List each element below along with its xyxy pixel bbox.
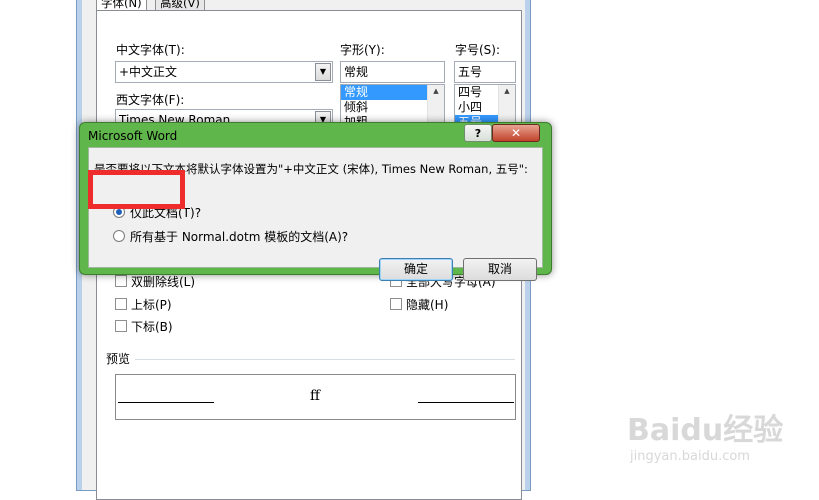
preview-divider — [135, 359, 515, 360]
message-box-title: Microsoft Word — [88, 129, 178, 143]
chevron-down-icon[interactable]: ▼ — [315, 63, 331, 81]
subscript-label[interactable]: 下标(B) — [131, 318, 173, 335]
font-size-label: 字号(S): — [455, 43, 501, 57]
scroll-up-icon[interactable]: ▲ — [499, 85, 515, 97]
chinese-font-combo[interactable]: +中文正文 ▼ — [115, 61, 333, 83]
western-font-label: 西文字体(F): — [116, 93, 185, 107]
font-size-value: 五号 — [458, 65, 483, 79]
preview-baseline-left — [118, 402, 214, 403]
font-style-input[interactable]: 常规 — [340, 61, 445, 83]
double-strikethrough-label[interactable]: 双删除线(L) — [131, 273, 195, 290]
superscript-label[interactable]: 上标(P) — [131, 296, 172, 313]
highlight-annotation — [88, 170, 185, 209]
list-item[interactable]: 常规 — [341, 85, 427, 100]
baidu-paw-logo: Baidu经验 jingyan.baidu.com — [627, 413, 783, 464]
watermark-url: jingyan.baidu.com — [629, 449, 750, 464]
preview-box: ff — [115, 374, 516, 420]
font-style-value: 常规 — [344, 65, 369, 79]
hidden-label[interactable]: 隐藏(H) — [406, 296, 448, 313]
scrollbar[interactable]: ▲ — [427, 85, 444, 123]
preview-baseline-right — [418, 402, 514, 403]
preview-text: ff — [310, 388, 320, 404]
close-icon: ✕ — [510, 126, 522, 140]
scrollbar[interactable]: ▲ — [498, 85, 515, 123]
option-all-docs-label[interactable]: 所有基于 Normal.dotm 模板的文档(A)? — [130, 228, 348, 245]
radio-selected-dot — [116, 209, 122, 215]
font-style-label: 字形(Y): — [340, 43, 385, 57]
help-button[interactable]: ? — [464, 124, 492, 142]
subscript-checkbox[interactable] — [115, 320, 127, 332]
hidden-checkbox[interactable] — [390, 298, 402, 310]
font-size-list[interactable]: 四号 小四 五号 ▲ — [454, 84, 516, 124]
watermark-brand: Baidu经验 — [627, 413, 783, 448]
double-strikethrough-checkbox[interactable] — [115, 275, 127, 287]
cancel-button[interactable]: 取消 — [463, 258, 537, 281]
font-style-list[interactable]: 常规 倾斜 加粗 ▲ — [340, 84, 445, 124]
preview-label: 预览 — [106, 352, 131, 366]
chinese-font-label: 中文字体(T): — [116, 43, 185, 57]
chinese-font-value: +中文正文 — [119, 65, 178, 79]
scroll-up-icon[interactable]: ▲ — [428, 85, 444, 97]
option-all-docs-radio[interactable] — [113, 230, 125, 242]
font-size-input[interactable]: 五号 — [454, 61, 516, 83]
close-button[interactable]: ✕ — [492, 124, 540, 142]
ok-button[interactable]: 确定 — [379, 258, 453, 281]
baidu-watermark: Baidu经验 jingyan.baidu.com — [627, 408, 787, 468]
superscript-checkbox[interactable] — [115, 298, 127, 310]
